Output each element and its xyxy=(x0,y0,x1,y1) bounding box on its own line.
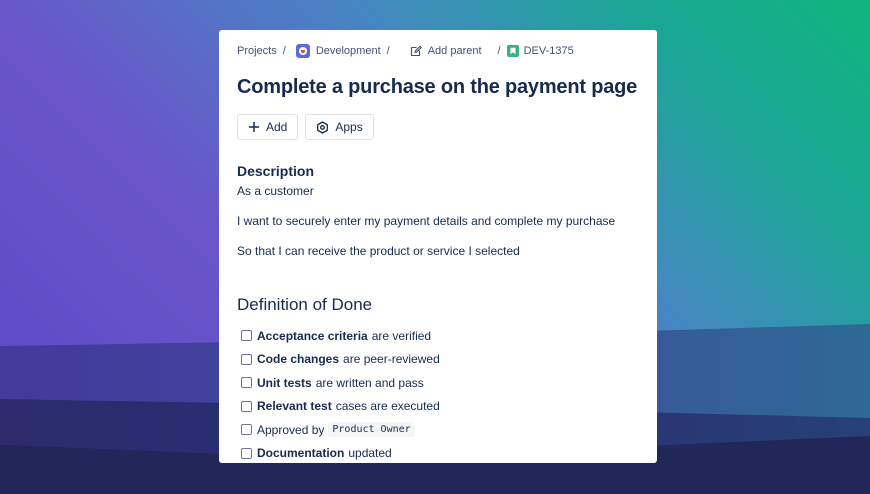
checklist-checkbox[interactable] xyxy=(241,353,252,365)
story-bookmark-icon xyxy=(506,45,519,57)
breadcrumb-separator: / xyxy=(386,45,390,57)
add-button[interactable]: Add xyxy=(237,114,299,140)
checklist-item-text: are peer-reviewed xyxy=(343,352,440,367)
apps-button-label: Apps xyxy=(335,120,363,134)
description-line: So that I can receive the product or ser… xyxy=(237,244,520,258)
breadcrumb-project-label: Development xyxy=(315,45,381,57)
checklist-item: Documentation updated xyxy=(237,442,639,464)
breadcrumb-project-link[interactable]: Development xyxy=(292,44,381,58)
checklist-item-bold: Acceptance criteria xyxy=(257,328,368,343)
issue-key-label: DEV-1375 xyxy=(523,45,574,57)
checklist-item-text: Approved by xyxy=(257,422,325,437)
breadcrumb-separator: / xyxy=(497,45,501,57)
checklist-item-bold: Relevant test xyxy=(257,399,332,414)
checklist-item: Acceptance criteria are verified xyxy=(237,324,639,348)
definition-of-done-checklist: Acceptance criteria are verified Code ch… xyxy=(237,324,639,463)
definition-of-done-heading: Definition of Done xyxy=(237,295,373,314)
hexagon-apps-icon xyxy=(316,120,329,134)
action-bar: Add Apps xyxy=(237,114,639,140)
checklist-item-text: are verified xyxy=(371,328,432,343)
checklist-checkbox[interactable] xyxy=(241,377,252,389)
checklist-item: Unit tests are written and pass xyxy=(237,371,639,395)
checklist-item-text: updated xyxy=(348,446,392,461)
description-line: As a customer xyxy=(237,184,314,198)
description-line: I want to securely enter my payment deta… xyxy=(237,214,616,228)
description-body[interactable]: As a customer I want to securely enter m… xyxy=(237,184,639,258)
checklist-item-text: cases are executed xyxy=(335,399,440,414)
checklist-item-bold: Code changes xyxy=(257,352,340,367)
issue-key-link[interactable]: DEV-1375 xyxy=(506,45,574,57)
checklist-item-text: are written and pass xyxy=(315,375,424,390)
checklist-item: Approved by Product Owner xyxy=(237,418,639,442)
description-heading: Description xyxy=(237,163,315,179)
plus-icon xyxy=(248,121,260,133)
breadcrumb-separator: / xyxy=(282,45,286,57)
checklist-item: Code changes are peer-reviewed xyxy=(237,348,639,372)
add-button-label: Add xyxy=(266,120,288,134)
pencil-edit-icon xyxy=(410,45,422,57)
checklist-checkbox[interactable] xyxy=(241,447,252,459)
checklist-checkbox[interactable] xyxy=(241,330,252,342)
checklist-checkbox[interactable] xyxy=(241,424,252,436)
inline-code-product-owner: Product Owner xyxy=(328,422,415,438)
breadcrumb-projects-link[interactable]: Projects xyxy=(237,45,277,57)
checklist-item: Relevant test cases are executed xyxy=(237,395,639,419)
checklist-checkbox[interactable] xyxy=(241,400,252,412)
project-avatar-icon xyxy=(295,44,310,58)
checklist-item-bold: Unit tests xyxy=(257,375,312,390)
add-parent-button[interactable]: Add parent xyxy=(396,45,482,57)
issue-card: Projects / Development / Add parent / DE… xyxy=(219,30,657,463)
breadcrumb: Projects / Development / Add parent / DE… xyxy=(237,44,639,58)
add-parent-label: Add parent xyxy=(427,45,482,57)
apps-button[interactable]: Apps xyxy=(305,114,374,140)
issue-title[interactable]: Complete a purchase on the payment page xyxy=(237,76,639,99)
checklist-item-bold: Documentation xyxy=(257,446,345,461)
